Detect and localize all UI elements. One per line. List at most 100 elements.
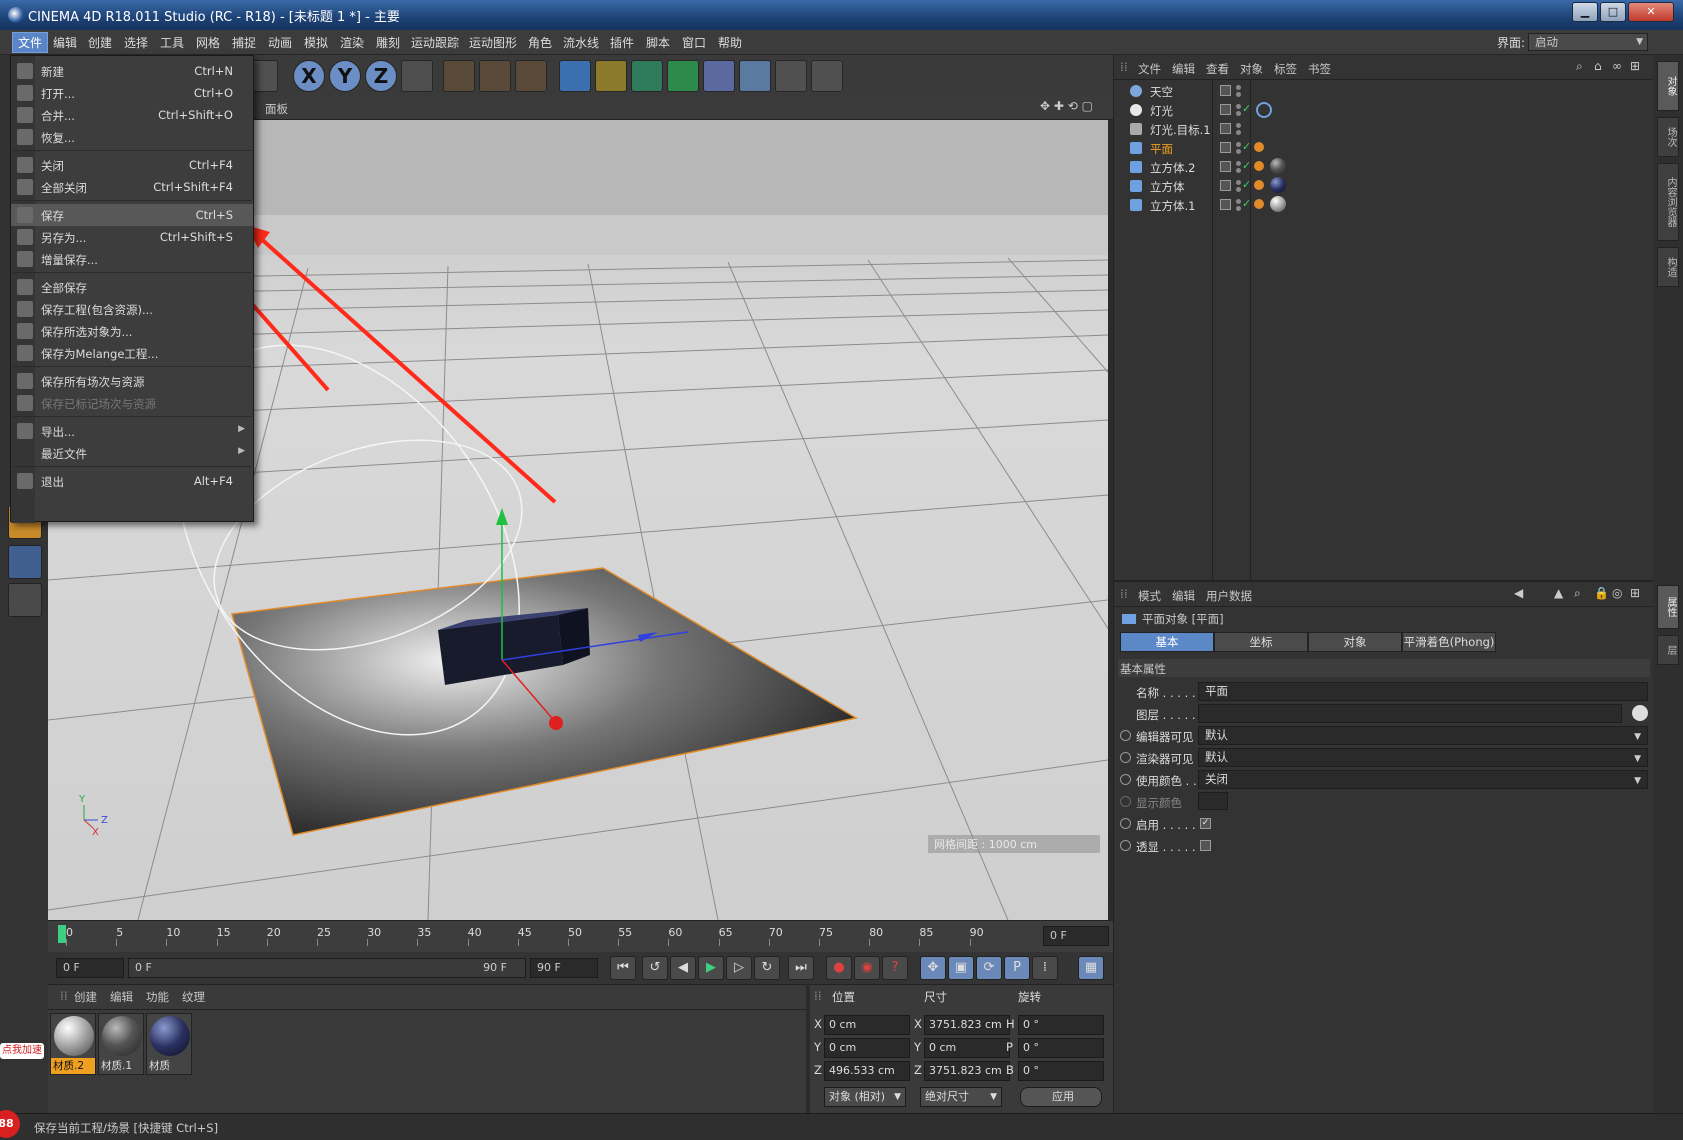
animate-radio[interactable] [1120,840,1131,851]
layer-field[interactable] [1198,704,1622,723]
menu-edit[interactable]: 编辑 [53,34,77,51]
file-menu-recent-files[interactable]: 最近文件 ▶ [11,442,253,464]
render-visibility-dot[interactable] [1236,111,1241,116]
menu-snap[interactable]: 捕捉 [232,34,256,51]
lock-icon[interactable]: 🔒 [1594,586,1609,600]
layer-toggle[interactable] [1220,142,1231,153]
viewport-panel-menu[interactable]: 面板 [265,101,288,117]
render-visibility-dot[interactable] [1236,149,1241,154]
material-tag-icon[interactable] [1270,158,1286,174]
picker-icon[interactable] [1632,705,1648,721]
viewport-navigate-icons[interactable]: ✥ ✚ ⟲ ▢ [1040,99,1093,113]
x-axis-lock-button[interactable]: X [293,60,325,92]
obj-menu-view[interactable]: 查看 [1206,61,1229,77]
autokey-icon[interactable]: ◉ [854,956,880,980]
editor-visibility-dot[interactable] [1236,142,1241,147]
phong-tag-icon[interactable] [1254,142,1264,152]
light-bulb-icon[interactable] [811,60,843,92]
cloner-icon[interactable] [667,60,699,92]
phong-tag-icon[interactable] [1254,180,1264,190]
tab-layers[interactable]: 层 [1657,635,1679,665]
key-rotation-icon[interactable]: ⟳ [976,956,1002,980]
object-row[interactable]: 立方体.2 ✓ [1114,157,1654,177]
phong-tag-icon[interactable] [1254,161,1264,171]
layer-toggle[interactable] [1220,123,1231,134]
menu-window[interactable]: 窗口 [682,34,706,51]
material-swatch[interactable]: 材质 [146,1013,192,1075]
coord-mode-select[interactable]: 对象 (相对) ▼ [824,1087,906,1107]
render-visibility-dot[interactable] [1236,168,1241,173]
object-name[interactable]: 灯光.目标.1 [1150,122,1211,138]
file-menu-open[interactable]: 打开... Ctrl+O [11,82,253,104]
object-row[interactable]: 灯光.目标.1 [1114,119,1654,139]
animate-radio[interactable] [1120,752,1131,763]
attr-menu-edit[interactable]: 编辑 [1172,588,1195,604]
play-icon[interactable]: ▶ [698,956,724,980]
tab-attributes[interactable]: 属性 [1657,585,1679,629]
layer-toggle[interactable] [1220,104,1231,115]
home-icon[interactable]: ⌂ [1594,59,1602,73]
record-active-icon[interactable]: ● [826,956,852,980]
file-menu-revert[interactable]: 恢复... [11,126,253,148]
rot-b-field[interactable]: 0 ° [1018,1061,1104,1081]
file-menu-close-all[interactable]: 全部关闭 Ctrl+Shift+F4 [11,176,253,198]
menu-mograph[interactable]: 运动图形 [469,34,517,51]
object-row[interactable]: 平面 ✓ [1114,138,1654,158]
animate-radio[interactable] [1120,796,1131,807]
menu-sculpt[interactable]: 雕刻 [376,34,400,51]
material-tag-icon[interactable] [1270,196,1286,212]
attr-menu-userdata[interactable]: 用户数据 [1206,588,1252,604]
tab-objects[interactable]: 对象 [1657,61,1679,111]
render-visible-select[interactable]: 默认 ▼ [1198,748,1648,767]
playhead[interactable] [58,925,66,943]
object-name[interactable]: 立方体.2 [1150,160,1195,176]
tab-object[interactable]: 对象 [1308,632,1402,652]
pos-y-field[interactable]: 0 cm [824,1038,910,1058]
menu-character[interactable]: 角色 [528,34,552,51]
file-menu-save-all-takes[interactable]: 保存所有场次与资源 [11,370,253,392]
file-menu-incremental-save[interactable]: 增量保存... [11,248,253,270]
enable-checkbox[interactable]: ✓ [1200,818,1211,829]
render-visibility-dot[interactable] [1236,206,1241,211]
phong-tag-icon[interactable] [1254,199,1264,209]
floor-icon[interactable] [739,60,771,92]
editor-visibility-dot[interactable] [1236,199,1241,204]
deformer-icon[interactable] [703,60,735,92]
tab-content-browser[interactable]: 内容浏览器 [1657,163,1679,241]
timeline-ruler[interactable]: 0 5 10 15 20 25 30 35 40 45 50 55 60 65 70 75 80 85 90 0 F [48,920,1113,952]
rot-p-field[interactable]: 0 ° [1018,1038,1104,1058]
editor-visible-select[interactable]: 默认 ▼ [1198,726,1648,745]
size-mode-select[interactable]: 绝对尺寸 ▼ [920,1087,1002,1107]
object-name[interactable]: 立方体 [1150,179,1185,195]
subdivision-surface-icon[interactable] [631,60,663,92]
file-menu-save-all[interactable]: 全部保存 [11,276,253,298]
enabled-check-icon[interactable]: ✓ [1242,102,1251,115]
maximize-button[interactable]: □ [1600,2,1626,22]
start-frame-field[interactable]: 0 F [56,958,124,978]
file-menu-new[interactable]: 新建 Ctrl+N [11,60,253,82]
target-tag-icon[interactable] [1256,102,1272,118]
render-picture-viewer-icon[interactable] [479,60,511,92]
obj-menu-tags[interactable]: 标签 [1274,61,1297,77]
enabled-check-icon[interactable]: ✓ [1242,197,1251,210]
render-view-icon[interactable] [443,60,475,92]
key-scale-icon[interactable]: ▣ [948,956,974,980]
rot-h-field[interactable]: 0 ° [1018,1015,1104,1035]
animate-radio[interactable] [1120,774,1131,785]
editor-visibility-dot[interactable] [1236,161,1241,166]
menu-create[interactable]: 创建 [88,34,112,51]
menu-help[interactable]: 帮助 [718,34,742,51]
animate-radio[interactable] [1120,730,1131,741]
file-menu-save-as[interactable]: 另存为... Ctrl+Shift+S [11,226,253,248]
menu-select[interactable]: 选择 [124,34,148,51]
notification-badge[interactable]: 88 [0,1110,20,1138]
material-swatch[interactable]: 材质.2 [50,1013,96,1075]
menu-mesh[interactable]: 网格 [196,34,220,51]
new-window-icon[interactable]: ⊞ [1630,586,1640,600]
editor-visibility-dot[interactable] [1236,180,1241,185]
go-to-start-icon[interactable]: ⏮ [610,956,636,980]
key-position-icon[interactable]: ✥ [920,956,946,980]
link-icon[interactable]: ∞ [1612,59,1622,73]
pen-spline-icon[interactable] [595,60,627,92]
obj-menu-objects[interactable]: 对象 [1240,61,1263,77]
